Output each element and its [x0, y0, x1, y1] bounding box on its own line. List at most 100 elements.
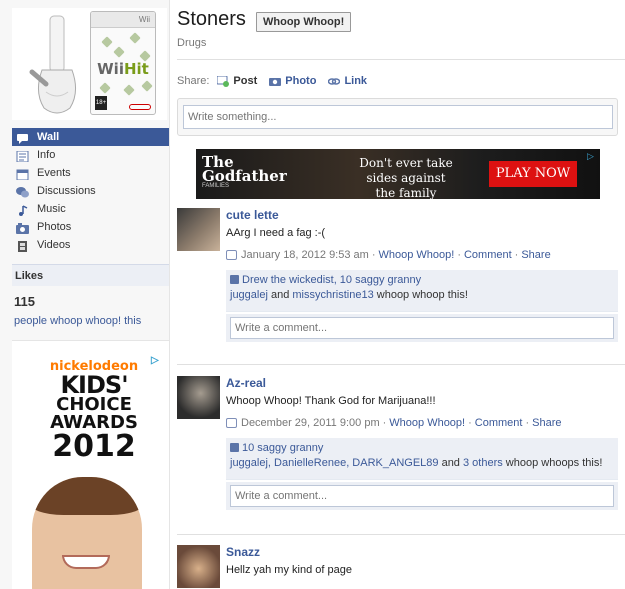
- wii-hit-box: Wii WiiHit 18+: [90, 11, 156, 115]
- godfather-logo: The Godfather: [202, 153, 287, 185]
- ad-choices-icon[interactable]: ▷: [587, 151, 596, 161]
- link-icon: [328, 76, 341, 87]
- main-column: Stoners Whoop Whoop! Drugs Share: Post P…: [177, 0, 625, 589]
- left-column: Wii WiiHit 18+ Wall Info Events Discussi…: [0, 0, 170, 589]
- wall-post: cute lette AArg I need a fag :-( January…: [177, 208, 625, 348]
- sidebar-item-label: Events: [37, 167, 71, 179]
- post-timestamp[interactable]: January 18, 2012 9:53 am: [241, 249, 369, 261]
- wii-hit-title: WiiHit: [97, 60, 149, 78]
- post-author[interactable]: cute lette: [226, 208, 279, 222]
- sidebar-item-wall[interactable]: Wall: [12, 128, 169, 146]
- camera-icon: [269, 76, 282, 87]
- sidebar-item-events[interactable]: Events: [12, 164, 169, 182]
- comment-link[interactable]: Comment: [475, 417, 523, 429]
- header-divider: [177, 59, 625, 60]
- videos-icon: [16, 240, 29, 252]
- likers-link[interactable]: 3 others: [463, 457, 503, 469]
- sidebar-item-photos[interactable]: Photos: [12, 218, 169, 236]
- post-via-link[interactable]: Whoop Whoop!: [389, 417, 465, 429]
- post-divider: [177, 364, 625, 365]
- post-author[interactable]: Snazz: [226, 545, 260, 559]
- sidebar-item-label: Discussions: [37, 185, 96, 197]
- comment-bubble-icon: [226, 418, 237, 428]
- sidebar-item-label: Photos: [37, 221, 72, 233]
- sidebar-item-label: Videos: [37, 239, 71, 251]
- sidebar-item-label: Wall: [37, 131, 60, 143]
- post-message: Whoop Whoop! Thank God for Marijuana!!!: [226, 395, 436, 407]
- page-title: Stoners: [177, 8, 246, 30]
- discussions-icon: [16, 186, 29, 197]
- share-link[interactable]: Share: [521, 249, 550, 261]
- share-photo-tab[interactable]: Photo: [269, 75, 316, 87]
- comment-box: [226, 314, 618, 342]
- share-link[interactable]: Share: [532, 417, 561, 429]
- sidebar-item-discussions[interactable]: Discussions: [12, 182, 169, 200]
- likers-link[interactable]: missychristine13: [292, 289, 373, 301]
- post-author[interactable]: Az-real: [226, 376, 266, 390]
- share-label: Share:: [177, 75, 210, 87]
- share-post-tab[interactable]: Post: [216, 75, 257, 87]
- wall-post: Az-real Whoop Whoop! Thank God for Marij…: [177, 376, 625, 516]
- status-input[interactable]: [183, 105, 613, 129]
- avatar[interactable]: [177, 376, 220, 419]
- thumbs-up-icon: [230, 275, 239, 284]
- kca-logo: nickelodeon KIDS' CHOICE AWARDS 2012: [44, 359, 144, 462]
- bong-image: [29, 15, 76, 114]
- likes-heading: Likes: [12, 264, 169, 286]
- events-icon: [16, 168, 29, 180]
- ad-tagline: Don't ever take sides against the family: [359, 156, 453, 200]
- sidebar-item-videos[interactable]: Videos: [12, 236, 169, 254]
- thumbs-up-icon: [230, 443, 239, 452]
- sidebar-nav: Wall Info Events Discussions Music Photo…: [12, 128, 169, 254]
- wall-post: Snazz Hellz yah my kind of page: [177, 545, 625, 589]
- ad-choices-icon[interactable]: ▷: [151, 355, 161, 366]
- page-category: Drugs: [177, 37, 207, 49]
- wall-icon: [16, 132, 29, 144]
- post-likes: 10 saggy granny juggalej, DanielleRenee,…: [226, 438, 618, 480]
- likers-link[interactable]: 10 saggy granny: [242, 442, 323, 454]
- comment-link[interactable]: Comment: [464, 249, 512, 261]
- sidebar-item-label: Music: [37, 203, 66, 215]
- wii-brand: Wii: [91, 12, 155, 28]
- avatar[interactable]: [177, 208, 220, 251]
- likes-people-link[interactable]: people whoop whoop! this: [14, 315, 141, 327]
- post-timestamp[interactable]: December 29, 2011 9:00 pm: [241, 417, 380, 429]
- nintendo-logo: [129, 104, 151, 110]
- likers-link[interactable]: juggalej, DanielleRenee, DARK_ANGEL89: [230, 457, 439, 469]
- info-icon: [16, 150, 29, 162]
- post-message: AArg I need a fag :-(: [226, 227, 326, 239]
- post-meta: January 18, 2012 9:53 am · Whoop Whoop! ·…: [226, 249, 551, 261]
- share-options: Share: Post Photo Link: [177, 75, 379, 87]
- ad-person-photo: [32, 477, 142, 589]
- avatar[interactable]: [177, 545, 220, 588]
- comment-box: [226, 482, 618, 510]
- post-message: Hellz yah my kind of page: [226, 564, 352, 576]
- likers-link[interactable]: juggalej: [230, 289, 268, 301]
- play-now-button[interactable]: PLAY NOW: [489, 161, 577, 187]
- composer-box: [177, 98, 618, 136]
- godfather-subtitle: FAMILIES: [202, 183, 230, 189]
- music-icon: [16, 204, 29, 216]
- like-page-button[interactable]: Whoop Whoop!: [256, 12, 352, 32]
- post-icon: [216, 75, 230, 87]
- comment-bubble-icon: [226, 250, 237, 260]
- age-rating: 18+: [95, 96, 107, 110]
- sidebar-item-label: Info: [37, 149, 56, 161]
- likes-count: 115: [14, 294, 35, 309]
- post-divider: [177, 534, 625, 535]
- godfather-banner-ad[interactable]: The Godfather FAMILIES Don't ever take s…: [196, 149, 600, 200]
- kids-choice-ad[interactable]: ▷ nickelodeon KIDS' CHOICE AWARDS 2012: [12, 340, 169, 589]
- ad-line1: KIDS': [60, 371, 128, 399]
- post-likes: Drew the wickedist, 10 saggy granny jugg…: [226, 270, 618, 312]
- likers-link[interactable]: Drew the wickedist, 10 saggy granny: [242, 274, 421, 286]
- share-link-tab[interactable]: Link: [328, 75, 367, 87]
- photos-icon: [16, 222, 29, 234]
- comment-input[interactable]: [230, 317, 614, 339]
- post-meta: December 29, 2011 9:00 pm · Whoop Whoop! …: [226, 417, 562, 429]
- post-via-link[interactable]: Whoop Whoop!: [378, 249, 454, 261]
- comment-input[interactable]: [230, 485, 614, 507]
- sidebar-item-music[interactable]: Music: [12, 200, 169, 218]
- sidebar-item-info[interactable]: Info: [12, 146, 169, 164]
- profile-picture[interactable]: Wii WiiHit 18+: [12, 8, 167, 120]
- ad-year: 2012: [52, 429, 136, 464]
